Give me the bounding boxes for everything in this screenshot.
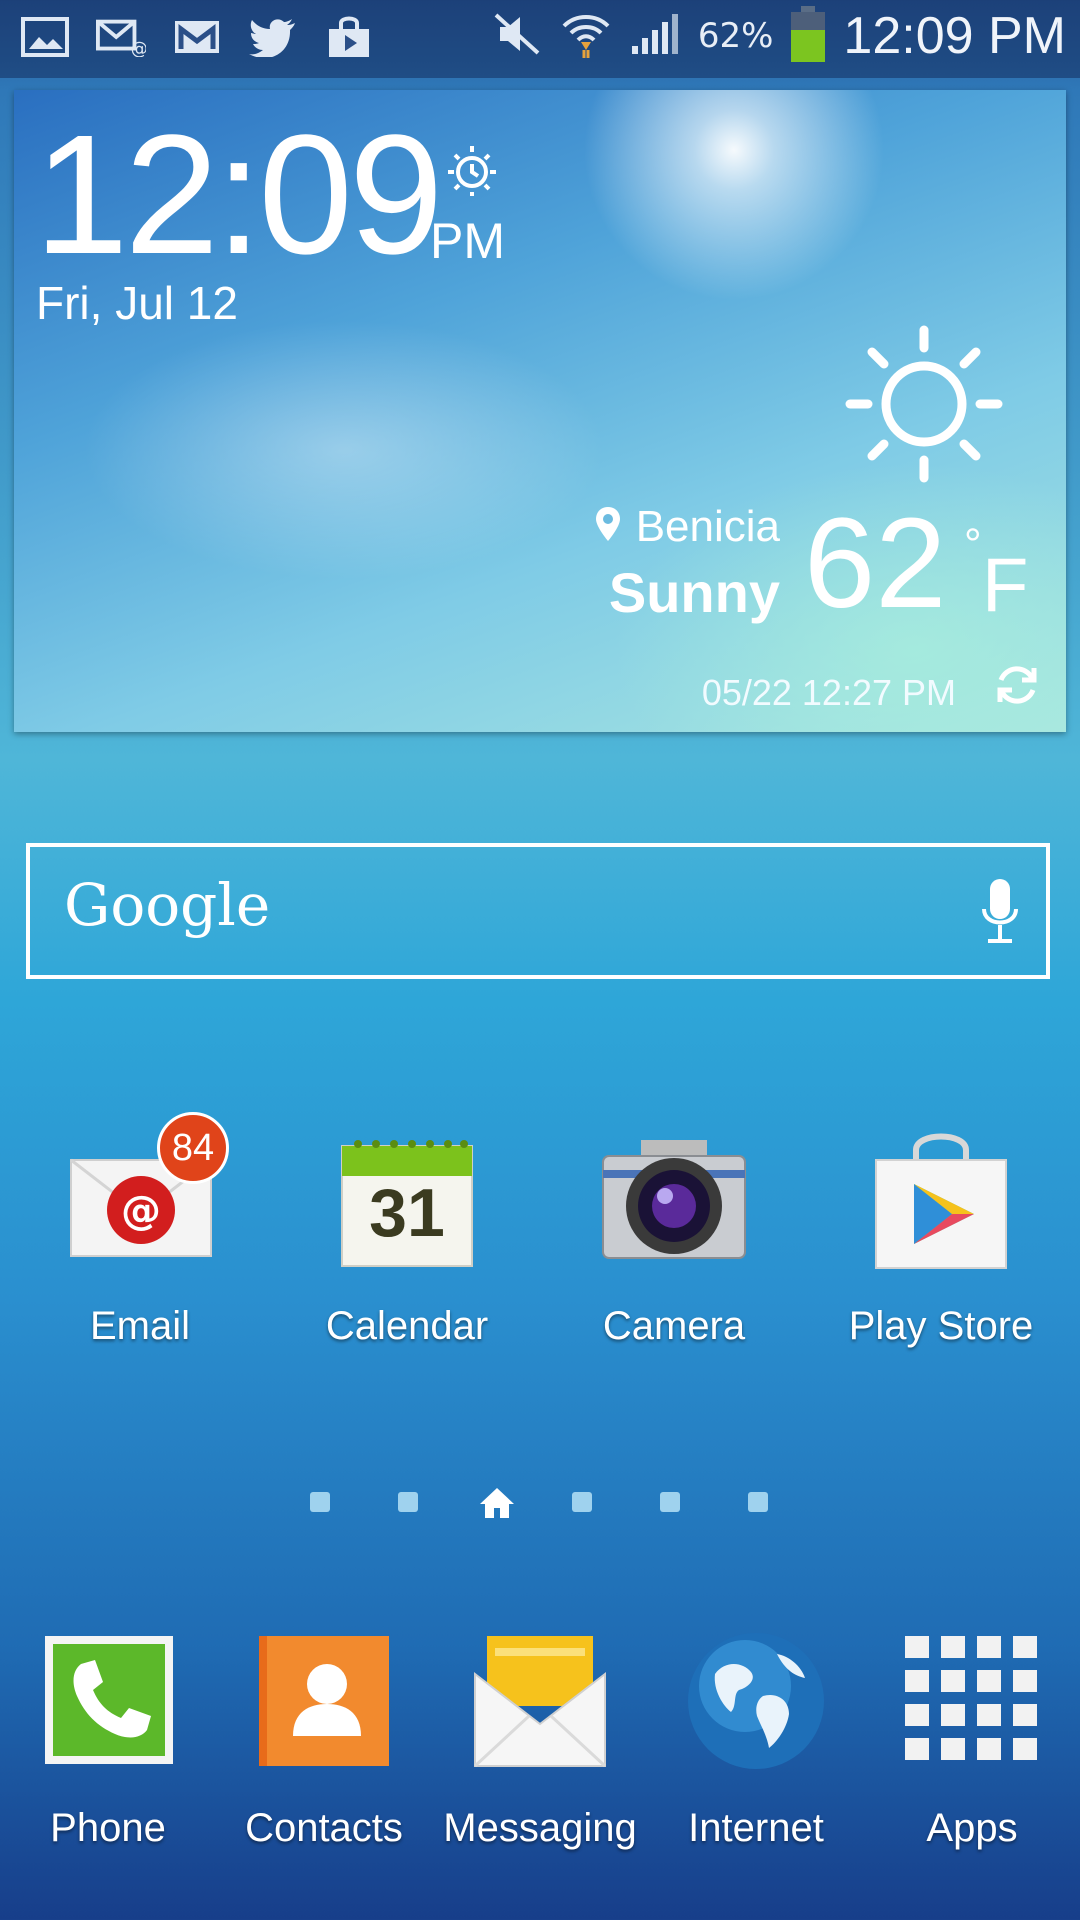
app-label: Phone [50, 1806, 166, 1850]
app-label: Play Store [848, 1304, 1034, 1348]
google-logo: Google [64, 871, 271, 939]
app-label: Email [89, 1304, 191, 1348]
apps-grid-icon [903, 1634, 1039, 1768]
alarm-icon [444, 142, 500, 202]
app-label: Camera [602, 1304, 746, 1348]
dock-internet[interactable]: Internet [641, 1620, 871, 1880]
camera-icon [601, 1134, 747, 1268]
widget-clock: 12:09 [34, 100, 443, 290]
phone-icon [43, 1634, 175, 1770]
wifi-icon [560, 8, 612, 64]
dock-messaging[interactable]: Messaging [425, 1620, 655, 1880]
svg-text:@: @ [121, 1188, 161, 1234]
weather-updated-time: 05/22 12:27 PM [701, 672, 956, 713]
app-label: Contacts [245, 1806, 403, 1850]
calendar-day: 31 [369, 1175, 445, 1251]
email-unread-badge: 84 [157, 1112, 229, 1184]
home-page-icon[interactable] [478, 1484, 516, 1524]
signal-icon [630, 12, 680, 60]
dock-apps[interactable]: Apps [857, 1620, 1080, 1880]
status-bar[interactable]: @ 62% 12:09 PM [0, 0, 1080, 78]
page-dot[interactable] [660, 1492, 680, 1512]
contacts-icon [257, 1634, 391, 1772]
dock-contacts[interactable]: Contacts [209, 1620, 439, 1880]
internet-globe-icon [685, 1630, 827, 1776]
page-dot[interactable] [398, 1492, 418, 1512]
weather-clock-widget[interactable]: 12:09 PM Fri, Jul 12 Benicia Sunny 62 ° … [14, 90, 1066, 732]
page-dot[interactable] [748, 1492, 768, 1512]
battery-percent: 62% [697, 16, 774, 56]
app-label: Messaging [443, 1806, 637, 1850]
google-search-bar[interactable]: Google [26, 843, 1050, 979]
app-label: Calendar [325, 1304, 489, 1348]
app-label: Apps [926, 1806, 1018, 1850]
messaging-icon [473, 1634, 607, 1772]
app-calendar[interactable]: 31 Calendar [292, 1112, 522, 1352]
page-dot[interactable] [310, 1492, 330, 1512]
status-time: 12:09 PM [843, 7, 1066, 65]
location-pin-icon [595, 502, 620, 552]
sunny-weather-icon [844, 324, 1004, 488]
app-camera[interactable]: Camera [559, 1112, 789, 1352]
mute-icon [492, 11, 542, 61]
app-play-store[interactable]: Play Store [826, 1112, 1056, 1352]
refresh-icon[interactable] [992, 660, 1042, 714]
app-label: Internet [688, 1806, 824, 1850]
play-store-icon [872, 1132, 1010, 1276]
gmail-icon [172, 14, 222, 60]
svg-text:@: @ [131, 39, 146, 57]
microphone-icon[interactable] [980, 877, 1020, 953]
email-notification-icon: @ [96, 14, 146, 60]
twitter-icon [248, 14, 298, 60]
weather-condition: Sunny [608, 561, 780, 624]
temperature-unit: F [982, 543, 1029, 628]
widget-ampm: PM [430, 213, 505, 269]
gallery-icon [20, 14, 70, 60]
location-name: Benicia [635, 502, 780, 551]
widget-date: Fri, Jul 12 [36, 277, 238, 329]
degree-symbol: ° [964, 520, 982, 569]
dock-phone[interactable]: Phone [0, 1620, 223, 1880]
weather-location: Benicia [595, 502, 780, 552]
temperature-value: 62 [804, 492, 947, 635]
app-email[interactable]: @ 84 Email [25, 1112, 255, 1352]
battery-icon [791, 6, 826, 66]
page-indicator [310, 1484, 770, 1524]
shopping-bag-icon [324, 14, 374, 60]
page-dot[interactable] [572, 1492, 592, 1512]
